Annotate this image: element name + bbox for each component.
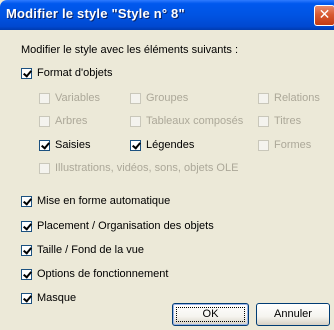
checkbox-box[interactable] <box>21 220 32 232</box>
checkbox-box[interactable] <box>21 195 32 207</box>
focus-rect <box>176 307 245 322</box>
checkbox-placement[interactable]: Placement / Organisation des objets <box>21 219 214 233</box>
checkbox-box[interactable] <box>21 268 32 280</box>
checkbox-box[interactable] <box>130 139 141 151</box>
checkbox-box[interactable] <box>258 115 269 127</box>
checkbox-mise-en-forme[interactable]: Mise en forme automatique <box>21 194 170 208</box>
intro-label: Modifier le style avec les éléments suiv… <box>21 44 239 56</box>
checkbox-format-objets[interactable]: Format d'objets <box>21 66 112 80</box>
close-button[interactable]: ✕ <box>314 5 334 26</box>
title-bar: Modifier le style "Style n° 8" ✕ <box>0 0 334 30</box>
checkbox-masque[interactable]: Masque <box>21 291 76 305</box>
checkbox-label: Saisies <box>55 139 91 151</box>
cancel-label: Annuler <box>274 308 312 320</box>
checkbox-formes[interactable]: Formes <box>258 138 311 152</box>
checkbox-box[interactable] <box>39 92 50 104</box>
checkbox-label: Tableaux composés <box>146 115 244 127</box>
checkbox-box[interactable] <box>39 162 50 174</box>
checkbox-box[interactable] <box>21 292 32 304</box>
checkbox-titres[interactable]: Titres <box>258 114 301 128</box>
dialog-title: Modifier le style "Style n° 8" <box>6 6 185 21</box>
checkbox-box[interactable] <box>39 115 50 127</box>
checkbox-label: Variables <box>55 92 101 104</box>
checkbox-label: Format d'objets <box>37 67 113 79</box>
checkbox-label: Légendes <box>146 139 195 151</box>
checkbox-label: Formes <box>274 139 312 151</box>
checkbox-box[interactable] <box>39 139 50 151</box>
checkbox-label: Taille / Fond de la vue <box>37 244 145 256</box>
checkbox-saisies[interactable]: Saisies <box>39 138 90 152</box>
checkbox-tableaux-composes[interactable]: Tableaux composés <box>130 114 243 128</box>
checkbox-label: Arbres <box>55 115 88 127</box>
checkbox-label: Titres <box>274 115 302 127</box>
checkbox-label: Relations <box>274 92 320 104</box>
checkbox-box[interactable] <box>258 139 269 151</box>
cancel-button[interactable]: Annuler <box>256 303 330 326</box>
ok-button[interactable]: OK <box>172 303 249 326</box>
checkbox-legendes[interactable]: Légendes <box>130 138 194 152</box>
checkbox-groupes[interactable]: Groupes <box>130 91 188 105</box>
checkbox-label: Illustrations, vidéos, sons, objets OLE <box>55 162 239 174</box>
checkbox-box[interactable] <box>21 244 32 256</box>
checkbox-variables[interactable]: Variables <box>39 91 100 105</box>
checkbox-illustrations[interactable]: Illustrations, vidéos, sons, objets OLE <box>39 161 238 175</box>
checkbox-label: Masque <box>37 292 77 304</box>
checkbox-arbres[interactable]: Arbres <box>39 114 87 128</box>
checkbox-label: Groupes <box>146 92 189 104</box>
close-icon: ✕ <box>318 7 331 23</box>
checkbox-label: Mise en forme automatique <box>37 195 171 207</box>
checkbox-box[interactable] <box>21 67 32 79</box>
checkbox-box[interactable] <box>258 92 269 104</box>
checkbox-box[interactable] <box>130 92 141 104</box>
checkbox-label: Placement / Organisation des objets <box>37 220 214 232</box>
checkbox-options-fonctionnement[interactable]: Options de fonctionnement <box>21 267 168 281</box>
checkbox-relations[interactable]: Relations <box>258 91 320 105</box>
checkbox-taille-fond[interactable]: Taille / Fond de la vue <box>21 243 144 257</box>
checkbox-box[interactable] <box>130 115 141 127</box>
checkbox-label: Options de fonctionnement <box>37 268 169 280</box>
